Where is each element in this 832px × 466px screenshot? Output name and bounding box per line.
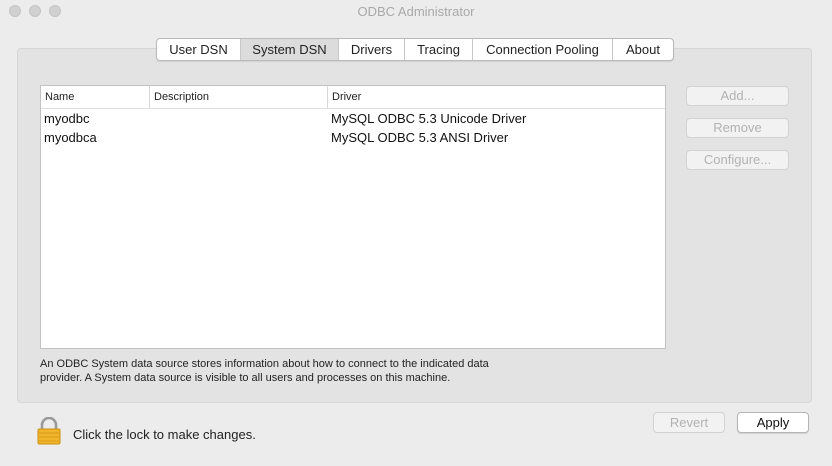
tab-user-dsn[interactable]: User DSN	[157, 39, 241, 60]
apply-button[interactable]: Apply	[737, 412, 809, 433]
column-header-name[interactable]: Name	[41, 86, 149, 108]
table-row[interactable]: myodbca MySQL ODBC 5.3 ANSI Driver	[41, 128, 665, 147]
add-button[interactable]: Add...	[686, 86, 789, 106]
title-bar: ODBC Administrator	[0, 0, 832, 22]
tab-drivers[interactable]: Drivers	[339, 39, 405, 60]
window-title: ODBC Administrator	[357, 4, 475, 19]
row-name: myodbca	[44, 130, 97, 145]
row-name: myodbc	[44, 111, 90, 126]
table-header: Name Description Driver	[41, 86, 665, 109]
tab-bar: User DSN System DSN Drivers Tracing Conn…	[156, 38, 674, 61]
configure-button[interactable]: Configure...	[686, 150, 789, 170]
row-driver: MySQL ODBC 5.3 ANSI Driver	[331, 130, 509, 145]
tab-system-dsn[interactable]: System DSN	[241, 39, 339, 60]
row-driver: MySQL ODBC 5.3 Unicode Driver	[331, 111, 527, 126]
description-text: An ODBC System data source stores inform…	[40, 357, 600, 385]
tab-about[interactable]: About	[613, 39, 673, 60]
description-line: An ODBC System data source stores inform…	[40, 358, 489, 370]
tab-tracing[interactable]: Tracing	[405, 39, 473, 60]
odbc-administrator-window: ODBC Administrator User DSN System DSN D…	[0, 0, 832, 466]
revert-button[interactable]: Revert	[653, 412, 725, 433]
lock-icon[interactable]	[36, 416, 62, 445]
lock-label: Click the lock to make changes.	[73, 427, 256, 442]
tab-connection-pooling[interactable]: Connection Pooling	[473, 39, 613, 60]
description-line: provider. A System data source is visibl…	[40, 372, 451, 384]
remove-button[interactable]: Remove	[686, 118, 789, 138]
dsn-table[interactable]: Name Description Driver myodbc MySQL ODB…	[40, 85, 666, 349]
column-header-description[interactable]: Description	[149, 86, 327, 108]
table-row[interactable]: myodbc MySQL ODBC 5.3 Unicode Driver	[41, 109, 665, 128]
column-header-driver[interactable]: Driver	[327, 86, 665, 108]
